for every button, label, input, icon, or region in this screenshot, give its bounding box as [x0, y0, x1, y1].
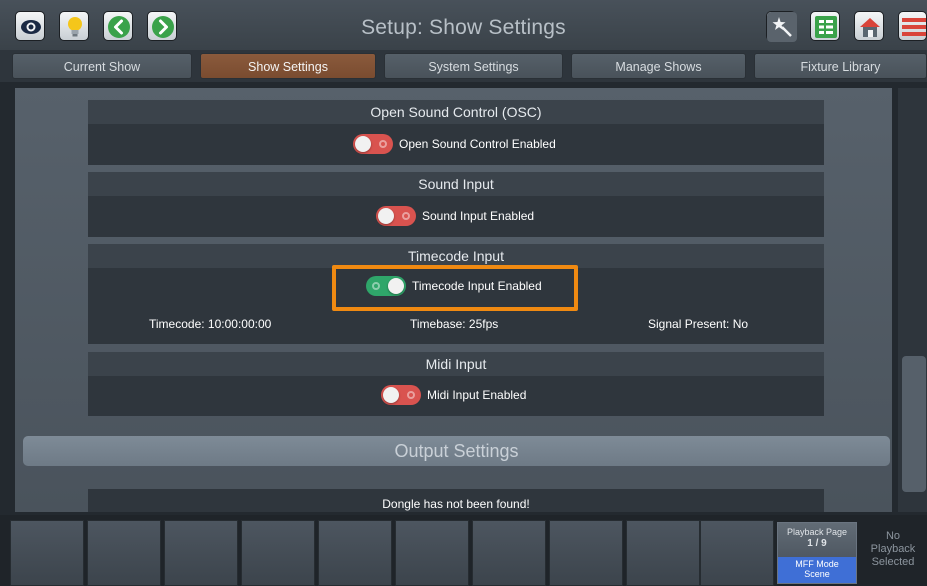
sound-toggle-row[interactable]: Sound Input Enabled — [376, 205, 534, 227]
menu-icon — [902, 18, 926, 36]
back-arrow-icon — [108, 16, 130, 38]
output-settings-header[interactable]: Output Settings — [23, 436, 890, 466]
forward-button[interactable] — [147, 11, 177, 41]
playback-slot[interactable] — [87, 520, 161, 586]
lightbulb-icon — [68, 17, 82, 37]
midi-input-title: Midi Input — [88, 352, 824, 376]
eye-icon — [21, 20, 41, 34]
eye-button[interactable] — [15, 11, 45, 41]
toggle-pip — [407, 391, 415, 399]
mff-mode-value: Scene — [804, 569, 830, 579]
back-button[interactable] — [103, 11, 133, 41]
midi-toggle-row[interactable]: Midi Input Enabled — [381, 384, 526, 406]
toggle-pip — [379, 140, 387, 148]
toggle-knob — [378, 208, 394, 224]
tab-system-settings[interactable]: System Settings — [384, 53, 563, 79]
tab-bar: Current Show Show Settings System Settin… — [0, 50, 927, 82]
mff-mode-button[interactable]: MFF Mode Scene — [778, 557, 856, 583]
playback-slot[interactable] — [241, 520, 315, 586]
signal-present-value: Signal Present: No — [648, 317, 749, 331]
playback-slot[interactable] — [10, 520, 84, 586]
home-button[interactable] — [854, 11, 884, 41]
dongle-section: Dongle has not been found! — [88, 489, 824, 512]
home-icon — [860, 18, 880, 37]
no-playback-line-1: No — [885, 530, 901, 542]
forward-arrow-icon — [152, 16, 174, 38]
playback-page-label: Playback Page — [786, 527, 848, 537]
scrollbar-thumb[interactable] — [902, 356, 926, 492]
midi-input-toggle[interactable] — [381, 385, 421, 405]
menu-button[interactable] — [898, 11, 927, 41]
toggle-knob — [355, 136, 371, 152]
playback-page-control[interactable]: Playback Page 1 / 9 MFF Mode Scene — [777, 522, 857, 584]
osc-section: Open Sound Control (OSC) Open Sound Cont… — [88, 100, 824, 165]
playback-page-value: 1 / 9 — [807, 538, 827, 549]
playback-slot[interactable] — [626, 520, 700, 586]
midi-input-section: Midi Input Midi Input Enabled — [88, 352, 824, 416]
playback-page-button[interactable]: Playback Page 1 / 9 — [778, 523, 856, 557]
playback-slot[interactable] — [700, 520, 774, 586]
playback-slot[interactable] — [549, 520, 623, 586]
playback-slot[interactable] — [164, 520, 238, 586]
midi-input-toggle-label: Midi Input Enabled — [427, 388, 527, 402]
list-icon — [815, 16, 837, 38]
osc-toggle[interactable] — [353, 134, 393, 154]
tab-current-show[interactable]: Current Show — [12, 53, 192, 79]
playback-slot[interactable] — [472, 520, 546, 586]
magic-wand-icon — [767, 12, 797, 42]
top-bar: Setup: Show Settings — [0, 0, 927, 50]
tab-fixture-library[interactable]: Fixture Library — [754, 53, 927, 79]
tab-manage-shows[interactable]: Manage Shows — [571, 53, 746, 79]
no-playback-line-2: Playback — [870, 543, 916, 555]
playback-slot[interactable] — [318, 520, 392, 586]
no-playback-selected: No Playback Selected — [862, 530, 924, 569]
dongle-message: Dongle has not been found! — [382, 497, 530, 511]
toggle-pip — [402, 212, 410, 220]
magic-wand-button[interactable] — [766, 11, 797, 42]
mff-mode-label: MFF Mode — [795, 559, 839, 569]
sound-input-toggle[interactable] — [376, 206, 416, 226]
list-button[interactable] — [810, 11, 840, 41]
highlight-box — [332, 265, 578, 311]
no-playback-line-3: Selected — [871, 556, 915, 568]
osc-toggle-row[interactable]: Open Sound Control Enabled — [353, 133, 556, 155]
sound-input-section: Sound Input Sound Input Enabled — [88, 172, 824, 237]
tab-show-settings[interactable]: Show Settings — [200, 53, 376, 79]
timecode-value: Timecode: 10:00:00:00 — [149, 317, 272, 331]
sound-input-toggle-label: Sound Input Enabled — [422, 209, 535, 223]
page-title: Setup: Show Settings — [361, 16, 566, 39]
lightbulb-button[interactable] — [59, 11, 89, 41]
timebase-value: Timebase: 25fps — [410, 317, 499, 331]
toggle-knob — [383, 387, 399, 403]
sound-input-title: Sound Input — [88, 172, 824, 196]
playback-slot[interactable] — [395, 520, 469, 586]
osc-toggle-label: Open Sound Control Enabled — [399, 137, 556, 151]
osc-section-title: Open Sound Control (OSC) — [88, 100, 824, 124]
